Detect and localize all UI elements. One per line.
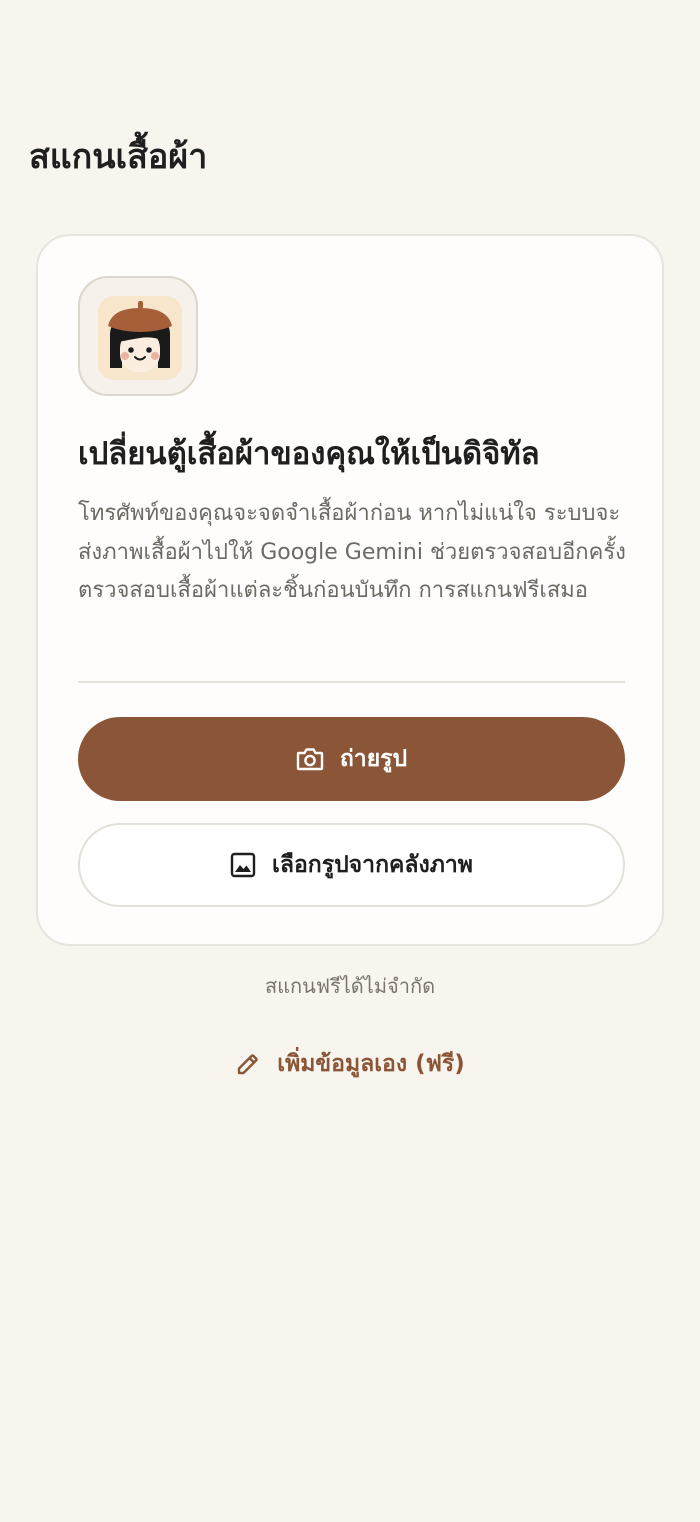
card-description: โทรศัพท์ของคุณจะจดจำเสื้อผ้าก่อน หากไม่แ…: [78, 501, 626, 603]
page-title: สแกนเสื้อผ้า: [29, 137, 208, 177]
card-headline: เปลี่ยนตู้เสื้อผ้าของคุณให้เป็นดิจิทัล: [78, 436, 540, 472]
scan-card: เปลี่ยนตู้เสื้อผ้าของคุณให้เป็นดิจิทัล โ…: [36, 234, 664, 946]
manual-entry-label: เพิ่มข้อมูลเอง (ฟรี): [277, 1051, 465, 1077]
girl-with-beret-avatar-icon: [98, 296, 182, 380]
divider: [78, 681, 625, 683]
image-icon: [230, 852, 256, 878]
choose-from-gallery-button[interactable]: เลือกรูปจากคลังภาพ: [78, 823, 625, 907]
avatar: [78, 276, 198, 396]
pencil-icon: [235, 1051, 261, 1077]
take-photo-label: ถ่ายรูป: [339, 746, 408, 772]
choose-from-gallery-label: เลือกรูปจากคลังภาพ: [272, 852, 473, 878]
take-photo-button[interactable]: ถ่ายรูป: [78, 717, 625, 801]
unlimited-scan-hint: สแกนฟรีได้ไม่จำกัด: [264, 974, 436, 998]
camera-icon: [296, 746, 324, 772]
manual-entry-link[interactable]: เพิ่มข้อมูลเอง (ฟรี): [0, 1046, 700, 1082]
